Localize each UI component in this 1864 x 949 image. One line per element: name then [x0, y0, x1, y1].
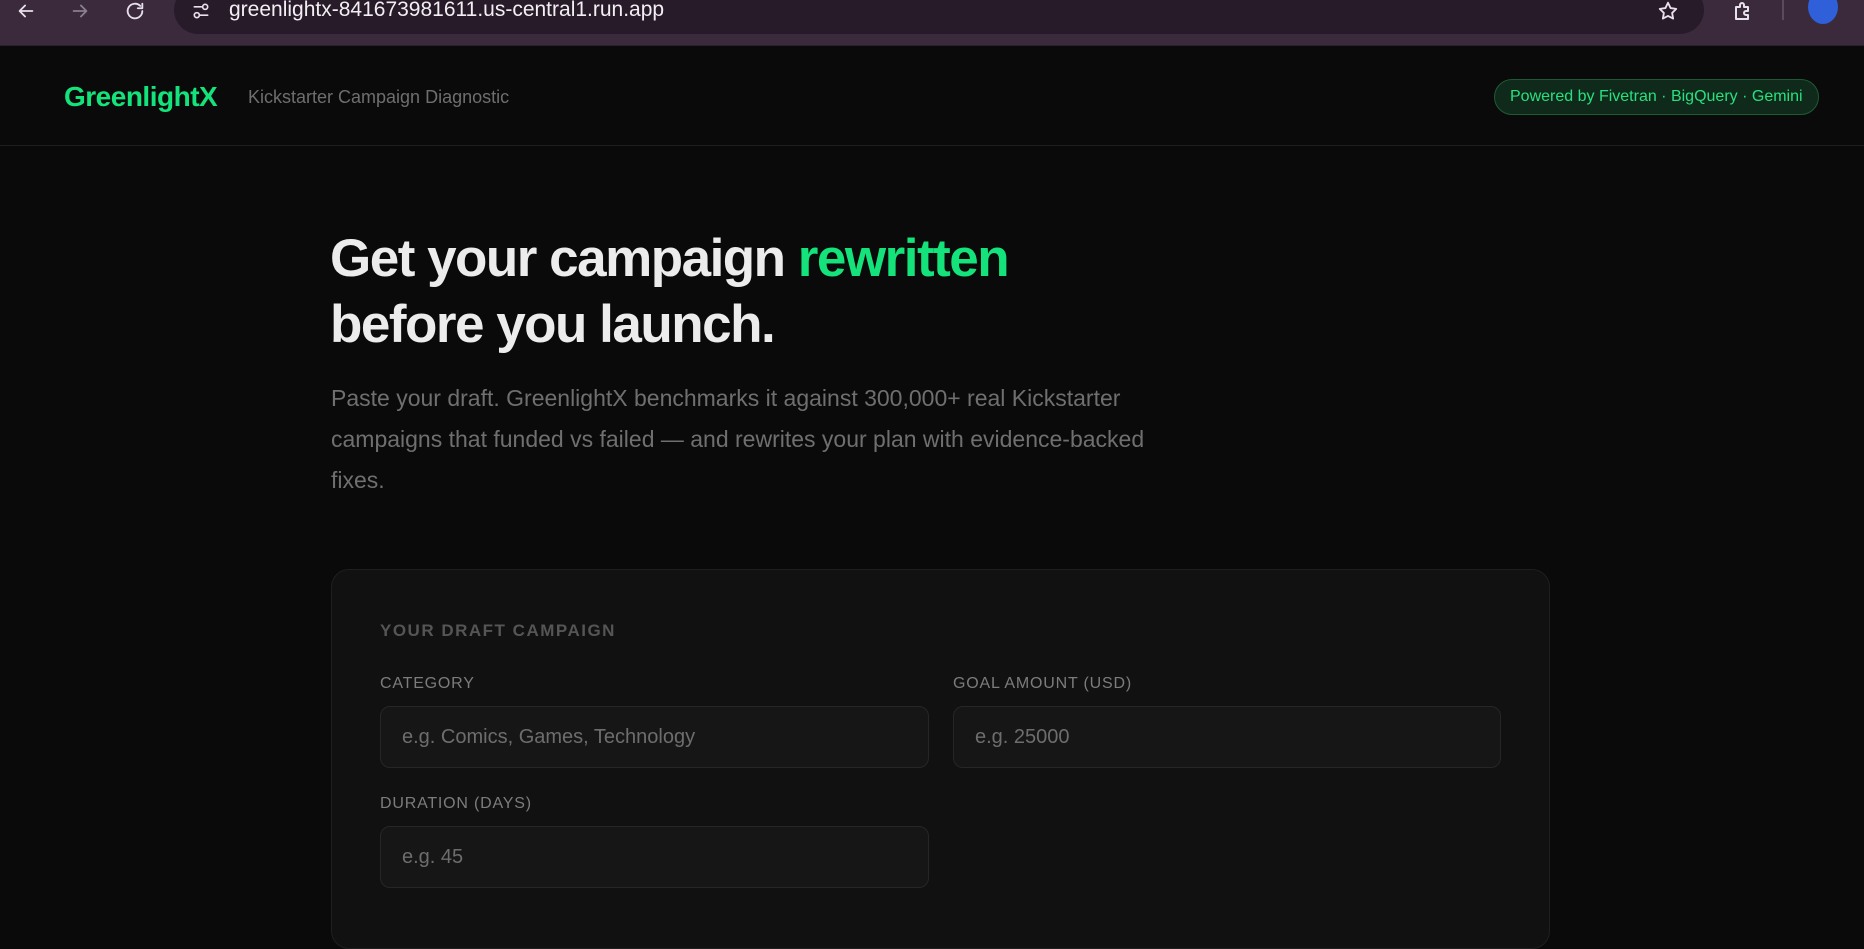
hero-title-accent: rewritten: [797, 229, 1010, 288]
forward-arrow-icon: [72, 4, 88, 18]
powered-by-badge: Powered by Fivetran · BigQuery · Gemini: [1494, 79, 1819, 115]
duration-label: DURATION (DAYS): [380, 795, 532, 812]
goal-amount-label: GOAL AMOUNT (USD): [953, 675, 1132, 692]
hero-description: Paste your draft. GreenlightX benchmarks…: [331, 385, 1145, 493]
url-text[interactable]: greenlightx-841673981611.us-central1.run…: [229, 0, 664, 22]
duration-input[interactable]: [380, 826, 929, 888]
back-button[interactable]: [8, 0, 44, 22]
toolbar-divider: [1782, 0, 1784, 20]
browser-toolbar: greenlightx-841673981611.us-central1.run…: [0, 0, 1864, 46]
site-info-button[interactable]: [186, 0, 216, 22]
profile-avatar[interactable]: [1808, 0, 1838, 24]
hero-title-part2: before you launch.: [330, 295, 776, 354]
bookmark-button[interactable]: [1655, 0, 1681, 23]
section-title: YOUR DRAFT CAMPAIGN: [380, 621, 616, 640]
site-info-icon: [193, 3, 209, 19]
app-header: GreenlightX Kickstarter Campaign Diagnos…: [0, 46, 1864, 146]
extensions-icon: [1735, 2, 1749, 20]
hero-title-part1: Get your campaign: [330, 229, 798, 288]
star-icon: [1658, 1, 1678, 20]
goal-amount-input[interactable]: [953, 706, 1501, 768]
reload-icon: [126, 2, 144, 20]
category-input[interactable]: [380, 706, 929, 768]
category-label: CATEGORY: [380, 675, 475, 692]
hero-title: Get your campaign rewritten before you la…: [330, 226, 1230, 358]
extensions-button[interactable]: [1728, 0, 1758, 23]
back-arrow-icon: [18, 4, 34, 18]
brand-logo[interactable]: GreenlightX: [64, 81, 218, 113]
reload-button[interactable]: [117, 0, 153, 22]
app-subtitle: Kickstarter Campaign Diagnostic: [248, 87, 510, 107]
forward-button[interactable]: [62, 0, 98, 22]
